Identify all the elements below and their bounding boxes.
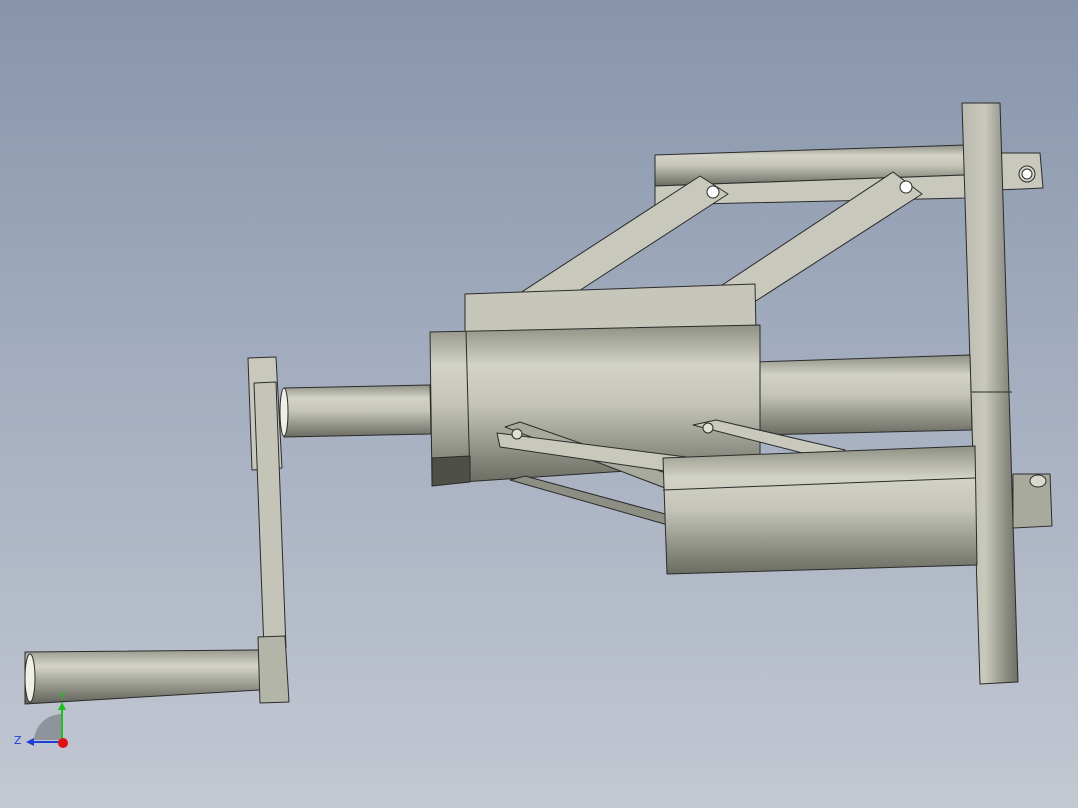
x-axis-dot xyxy=(58,738,68,748)
lower-side-bracket[interactable] xyxy=(1012,473,1053,529)
rear-rod[interactable] xyxy=(754,354,973,436)
lower-cylinder[interactable] xyxy=(662,445,978,575)
piston-rod[interactable] xyxy=(279,384,432,438)
z-axis-label: Z xyxy=(14,734,22,747)
3d-viewport[interactable]: Y Z xyxy=(0,0,1078,808)
cad-model[interactable] xyxy=(0,0,1078,808)
axis-triad: Y Z xyxy=(14,690,68,748)
y-axis-label: Y xyxy=(58,690,66,703)
